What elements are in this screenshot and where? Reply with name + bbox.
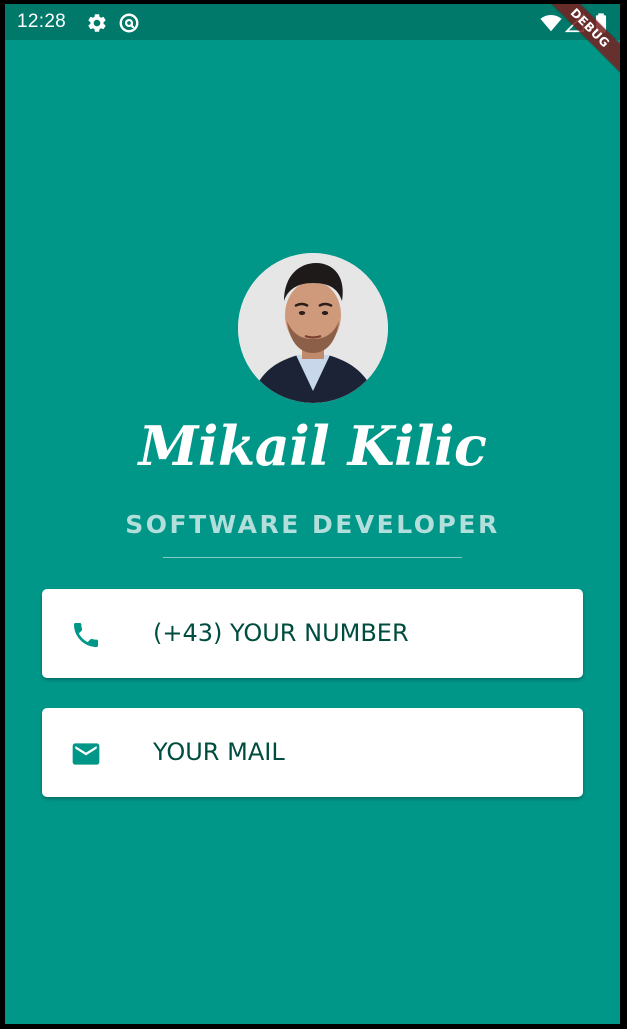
mail-label: YOUR MAIL — [153, 738, 285, 766]
divider — [163, 557, 462, 558]
profile-name: Mikail Kilic — [138, 414, 487, 478]
phone-label: (+43) YOUR NUMBER — [153, 619, 409, 647]
app-screen: 12:28 DEBUG Mikail Kilic SOFTWARE DEVELO… — [5, 4, 620, 1024]
mail-card[interactable]: YOUR MAIL — [42, 708, 583, 797]
phone-card[interactable]: (+43) YOUR NUMBER — [42, 589, 583, 678]
profile-photo — [238, 253, 388, 403]
phone-icon — [74, 623, 98, 647]
avatar — [238, 253, 388, 403]
status-time: 12:28 — [17, 11, 67, 32]
profile-title: SOFTWARE DEVELOPER — [125, 510, 500, 539]
at-sign-icon — [119, 13, 139, 33]
gear-icon — [88, 14, 106, 32]
status-bar: 12:28 — [5, 4, 620, 40]
mail-icon — [72, 743, 100, 765]
wifi-icon — [540, 15, 562, 32]
